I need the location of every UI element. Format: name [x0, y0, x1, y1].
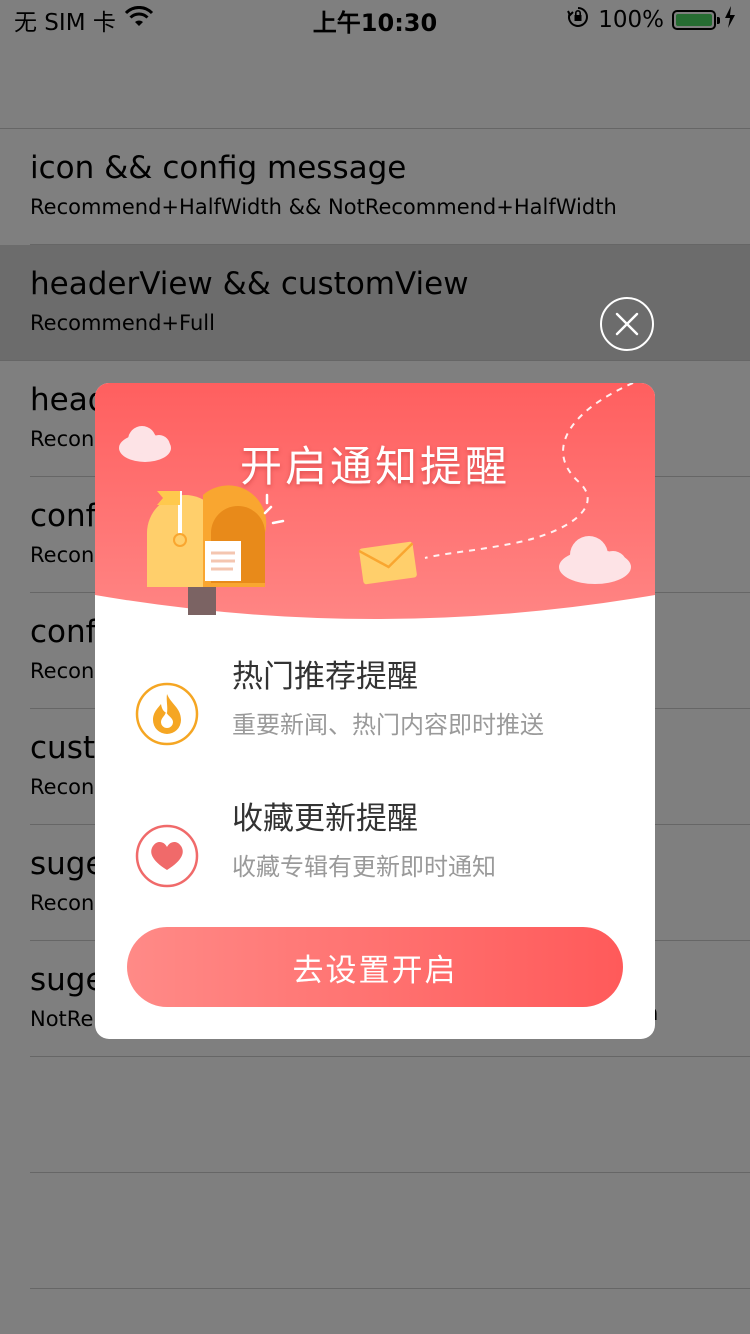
option-description: 重要新闻、热门内容即时推送: [232, 711, 544, 739]
option-description: 收藏专辑有更新即时通知: [232, 853, 496, 881]
option-hot-recommend: 热门推荐提醒 重要新闻、热门内容即时推送: [95, 655, 655, 765]
notification-popup: 开启通知提醒 热门推荐提醒 重要新闻、热门内容即时推送 收藏更新提醒 收藏专辑有…: [95, 383, 655, 1039]
option-favorite-updates: 收藏更新提醒 收藏专辑有更新即时通知: [95, 797, 655, 907]
popup-header-illustration: [95, 383, 655, 619]
close-button[interactable]: [600, 297, 654, 351]
heart-icon: [135, 824, 199, 888]
option-title: 收藏更新提醒: [232, 801, 418, 837]
popup-title: 开启通知提醒: [239, 442, 510, 491]
envelope-icon: [358, 541, 417, 585]
go-to-settings-button[interactable]: 去设置开启: [127, 927, 623, 1007]
fire-icon: [135, 682, 199, 746]
option-title: 热门推荐提醒: [232, 659, 418, 695]
close-icon: [615, 312, 639, 336]
